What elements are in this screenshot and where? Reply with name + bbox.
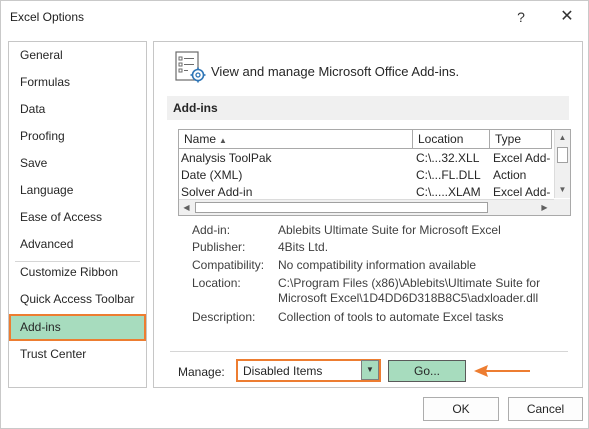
title-bar: Excel Options ? ✕ — [1, 1, 588, 33]
compatibility-value: No compatibility information available — [278, 258, 477, 272]
addin-label: Add-in: — [192, 223, 231, 237]
section-title: Add-ins — [173, 101, 218, 115]
addin-value: Ablebits Ultimate Suite for Microsoft Ex… — [278, 223, 501, 237]
excel-options-dialog: Excel Options ? ✕ General Formulas Data … — [0, 0, 589, 429]
add-ins-settings-icon — [175, 51, 206, 83]
cell-type: Action — [493, 168, 527, 182]
go-button[interactable]: Go... — [388, 360, 466, 382]
nav-item-customize-ribbon[interactable]: Customize Ribbon — [9, 259, 146, 286]
nav-item-formulas[interactable]: Formulas — [9, 69, 146, 96]
column-header-type[interactable]: Type — [490, 130, 552, 149]
nav-item-data[interactable]: Data — [9, 96, 146, 123]
location-value-line2: Microsoft Excel\1D4DD6D318B8C5\adxloader… — [278, 291, 539, 305]
column-header-name[interactable]: Name ▲ — [179, 130, 413, 149]
nav-item-proofing[interactable]: Proofing — [9, 123, 146, 150]
nav-item-trust-center[interactable]: Trust Center — [9, 341, 146, 368]
vertical-scrollbar[interactable]: ▲ ▼ — [554, 130, 570, 198]
nav-item-advanced[interactable]: Advanced — [9, 231, 146, 258]
scrollbar-corner — [554, 199, 570, 215]
nav-item-quick-access-toolbar[interactable]: Quick Access Toolbar — [9, 286, 146, 313]
location-label: Location: — [192, 276, 241, 290]
cell-location: C:\...FL.DLL — [416, 168, 481, 182]
publisher-label: Publisher: — [192, 240, 246, 254]
compatibility-label: Compatibility: — [192, 258, 265, 272]
panel-heading: View and manage Microsoft Office Add-ins… — [211, 64, 460, 79]
manage-selected-value: Disabled Items — [243, 364, 323, 378]
manage-dropdown[interactable]: Disabled Items — [236, 359, 381, 382]
column-header-location[interactable]: Location — [413, 130, 490, 149]
chevron-down-icon[interactable]: ▼ — [361, 360, 379, 380]
description-value: Collection of tools to automate Excel ta… — [278, 310, 504, 324]
location-value-line1: C:\Program Files (x86)\Ablebits\Ultimate… — [278, 276, 541, 290]
cell-type: Excel Add- — [493, 151, 551, 165]
manage-divider — [170, 351, 568, 352]
scroll-left-icon[interactable]: ◀ — [179, 200, 194, 215]
horizontal-scroll-thumb[interactable] — [195, 202, 488, 213]
nav-item-save[interactable]: Save — [9, 150, 146, 177]
add-ins-section-header: Add-ins — [167, 96, 569, 120]
close-button[interactable]: ✕ — [555, 6, 579, 28]
annotation-arrow-icon — [474, 365, 530, 377]
cell-name: Date (XML) — [181, 168, 243, 182]
cancel-button[interactable]: Cancel — [508, 397, 583, 421]
manage-label: Manage: — [178, 365, 225, 379]
nav-item-add-ins[interactable]: Add-ins — [9, 314, 146, 341]
nav-item-language[interactable]: Language — [9, 177, 146, 204]
list-row[interactable]: Analysis ToolPak C:\...32.XLL Excel Add- — [179, 150, 554, 167]
list-row[interactable]: Date (XML) C:\...FL.DLL Action — [179, 167, 554, 184]
cell-location: C:\...32.XLL — [416, 151, 480, 165]
cell-name: Analysis ToolPak — [181, 151, 272, 165]
vertical-scroll-thumb[interactable] — [557, 147, 568, 163]
sort-ascending-icon: ▲ — [219, 136, 227, 145]
ok-button[interactable]: OK — [423, 397, 499, 421]
publisher-value: 4Bits Ltd. — [278, 240, 329, 254]
scroll-right-icon[interactable]: ▶ — [537, 200, 552, 215]
horizontal-scrollbar[interactable]: ◀ ▶ — [179, 199, 554, 215]
description-label: Description: — [192, 310, 256, 324]
add-ins-list[interactable]: Name ▲ Location Type Analysis ToolPak C:\… — [178, 129, 571, 216]
help-button[interactable]: ? — [509, 6, 533, 28]
nav-item-ease-of-access[interactable]: Ease of Access — [9, 204, 146, 231]
list-header: Name ▲ Location Type — [179, 130, 554, 149]
scroll-down-icon[interactable]: ▼ — [555, 182, 570, 197]
scroll-up-icon[interactable]: ▲ — [555, 130, 570, 145]
options-navigation: General Formulas Data Proofing Save Lang… — [8, 41, 147, 388]
nav-item-general[interactable]: General — [9, 42, 146, 69]
dialog-title: Excel Options — [10, 10, 85, 24]
add-ins-panel: View and manage Microsoft Office Add-ins… — [153, 41, 583, 388]
